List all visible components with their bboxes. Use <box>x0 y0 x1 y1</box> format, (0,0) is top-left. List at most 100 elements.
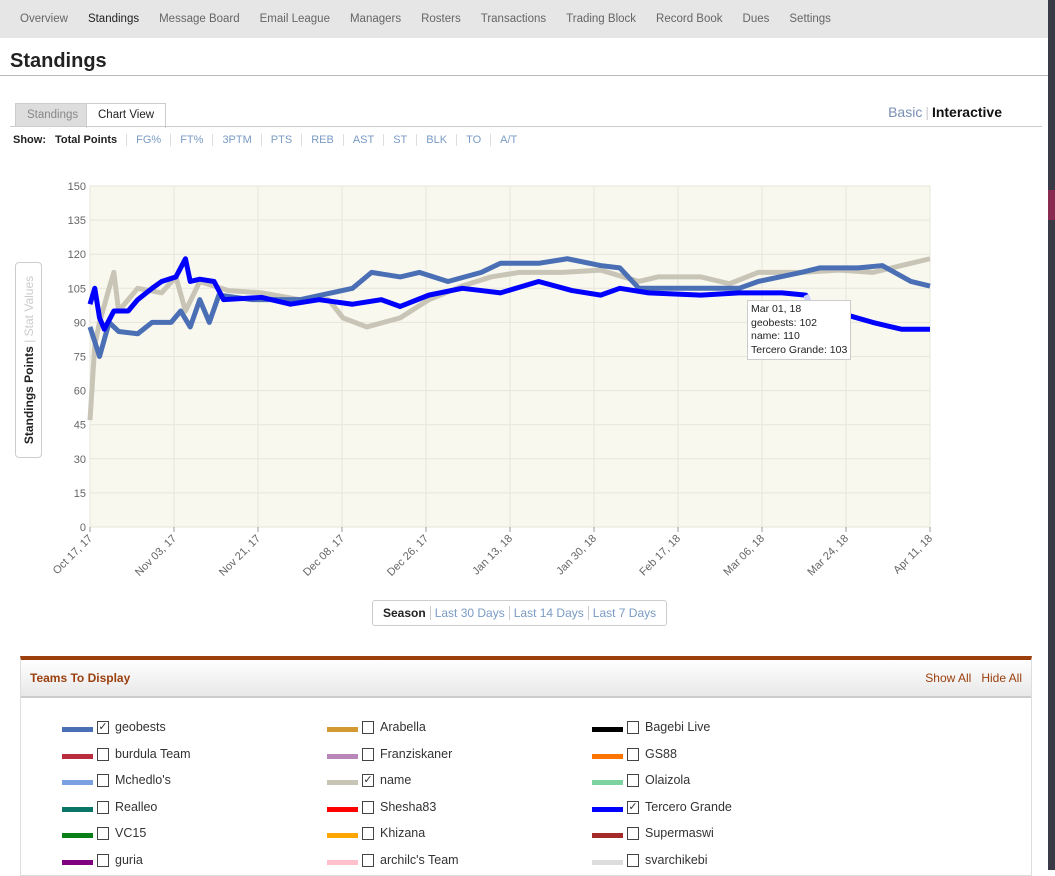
x-tick-label: Feb 17, 18 <box>637 533 683 579</box>
team-checkbox[interactable] <box>362 853 374 867</box>
team-legend-item[interactable]: Franziskaner <box>327 747 452 761</box>
team-color-swatch <box>327 806 358 812</box>
tab-standings[interactable]: Standings <box>15 103 91 127</box>
y-tick-label: 105 <box>68 283 86 295</box>
nav-managers[interactable]: Managers <box>350 13 401 25</box>
team-checkbox[interactable] <box>97 853 109 867</box>
stat-option[interactable]: FT% <box>170 134 212 146</box>
team-legend-item[interactable]: Bagebi Live <box>592 720 710 734</box>
team-legend-item[interactable]: Realleo <box>62 800 157 814</box>
hide-all-link[interactable]: Hide All <box>981 671 1022 685</box>
nav-record-book[interactable]: Record Book <box>656 13 722 25</box>
team-checkbox[interactable] <box>362 720 374 734</box>
team-checkbox[interactable]: ✓ <box>362 773 374 787</box>
stat-option[interactable]: Total Points <box>55 134 126 146</box>
team-legend-item[interactable]: burdula Team <box>62 747 191 761</box>
x-tick-label: Nov 21, 17 <box>217 533 263 579</box>
team-name: Tercero Grande <box>645 800 732 814</box>
x-tick-label: Mar 06, 18 <box>721 533 767 579</box>
basic-mode-link[interactable]: Basic <box>888 104 922 120</box>
tooltip-date: Mar 01, 18 <box>751 303 802 315</box>
team-legend-item[interactable]: VC15 <box>62 826 146 840</box>
team-legend-item[interactable]: Olaizola <box>592 773 690 787</box>
team-color-swatch <box>592 859 623 865</box>
team-checkbox[interactable] <box>627 773 639 787</box>
stat-option[interactable]: PTS <box>260 134 301 146</box>
range-last-30-days[interactable]: Last 30 Days <box>429 606 509 620</box>
nav-standings[interactable]: Standings <box>88 13 139 25</box>
team-checkbox[interactable]: ✓ <box>97 720 109 734</box>
team-name: Franziskaner <box>380 747 453 761</box>
stat-option[interactable]: A/T <box>490 134 526 146</box>
team-legend-item[interactable]: Khizana <box>327 826 425 840</box>
team-name: archilc's Team <box>380 853 459 867</box>
team-legend-item[interactable]: ✓ name <box>327 773 411 787</box>
range-season[interactable]: Season <box>379 606 430 620</box>
stat-option[interactable]: AST <box>342 134 383 146</box>
team-color-swatch <box>62 859 93 865</box>
x-tick-label: Mar 24, 18 <box>805 533 851 579</box>
tab-divider <box>10 126 1042 127</box>
interactive-mode-link[interactable]: Interactive <box>932 104 1002 120</box>
team-name: Bagebi Live <box>645 720 711 734</box>
show-all-link[interactable]: Show All <box>925 671 971 685</box>
team-legend-item[interactable]: Arabella <box>327 720 426 734</box>
team-color-swatch <box>592 726 623 732</box>
team-checkbox[interactable] <box>97 747 109 761</box>
stat-option[interactable]: 3PTM <box>212 134 260 146</box>
nav-rosters[interactable]: Rosters <box>421 13 461 25</box>
team-color-swatch <box>327 832 358 838</box>
nav-transactions[interactable]: Transactions <box>481 13 546 25</box>
team-checkbox[interactable] <box>627 747 639 761</box>
nav-email-league[interactable]: Email League <box>260 13 330 25</box>
team-legend-item[interactable]: Shesha83 <box>327 800 436 814</box>
team-color-swatch <box>327 726 358 732</box>
team-legend-item[interactable]: Supermaswi <box>592 826 714 840</box>
team-checkbox[interactable] <box>97 826 109 840</box>
range-last-7-days[interactable]: Last 7 Days <box>587 606 660 620</box>
team-checkbox[interactable] <box>627 720 639 734</box>
stat-values-toggle[interactable]: Stat Values <box>22 276 36 336</box>
team-color-swatch <box>592 753 623 759</box>
team-checkbox[interactable] <box>97 773 109 787</box>
team-name: Olaizola <box>645 773 691 787</box>
team-checkbox[interactable] <box>362 747 374 761</box>
stat-option[interactable]: BLK <box>416 134 456 146</box>
team-legend-item[interactable]: ✓ Tercero Grande <box>592 800 732 814</box>
team-legend-item[interactable]: Mchedlo's <box>62 773 171 787</box>
standings-points-toggle[interactable]: Standings Points <box>22 346 36 444</box>
range-last-14-days[interactable]: Last 14 Days <box>508 606 588 620</box>
x-tick-label: Jan 30, 18 <box>554 533 599 578</box>
stat-option[interactable]: FG% <box>126 134 170 146</box>
nav-dues[interactable]: Dues <box>743 13 770 25</box>
y-tick-label: 135 <box>68 215 86 227</box>
stat-option[interactable]: ST <box>383 134 416 146</box>
team-color-swatch <box>592 806 623 812</box>
nav-settings[interactable]: Settings <box>789 13 831 25</box>
stat-option[interactable]: REB <box>301 134 343 146</box>
team-legend-item[interactable]: archilc's Team <box>327 853 459 867</box>
team-checkbox[interactable] <box>97 800 109 814</box>
nav-overview[interactable]: Overview <box>20 13 68 25</box>
team-name: geobests <box>115 720 166 734</box>
team-checkbox[interactable] <box>627 826 639 840</box>
nav-message-board[interactable]: Message Board <box>159 13 240 25</box>
y-tick-label: 120 <box>68 249 86 261</box>
y-tick-label: 150 <box>68 181 86 193</box>
team-legend-item[interactable]: guria <box>62 853 143 867</box>
nav-trading-block[interactable]: Trading Block <box>566 13 636 25</box>
stat-option[interactable]: TO <box>456 134 490 146</box>
team-checkbox[interactable] <box>627 853 639 867</box>
team-legend-item[interactable]: ✓ geobests <box>62 720 166 734</box>
teams-panel-title: Teams To Display <box>30 671 131 685</box>
show-label: Show: <box>13 134 46 146</box>
team-checkbox[interactable] <box>362 800 374 814</box>
team-checkbox[interactable]: ✓ <box>627 800 639 814</box>
y-tick-label: 90 <box>74 317 86 329</box>
team-checkbox[interactable] <box>362 826 374 840</box>
x-tick-label: Apr 11, 18 <box>891 533 935 577</box>
team-legend-item[interactable]: GS88 <box>592 747 677 761</box>
team-legend-item[interactable]: svarchikebi <box>592 853 708 867</box>
date-range-selector: Season Last 30 Days Last 14 Days Last 7 … <box>372 600 668 626</box>
tab-chart-view[interactable]: Chart View <box>86 103 167 128</box>
